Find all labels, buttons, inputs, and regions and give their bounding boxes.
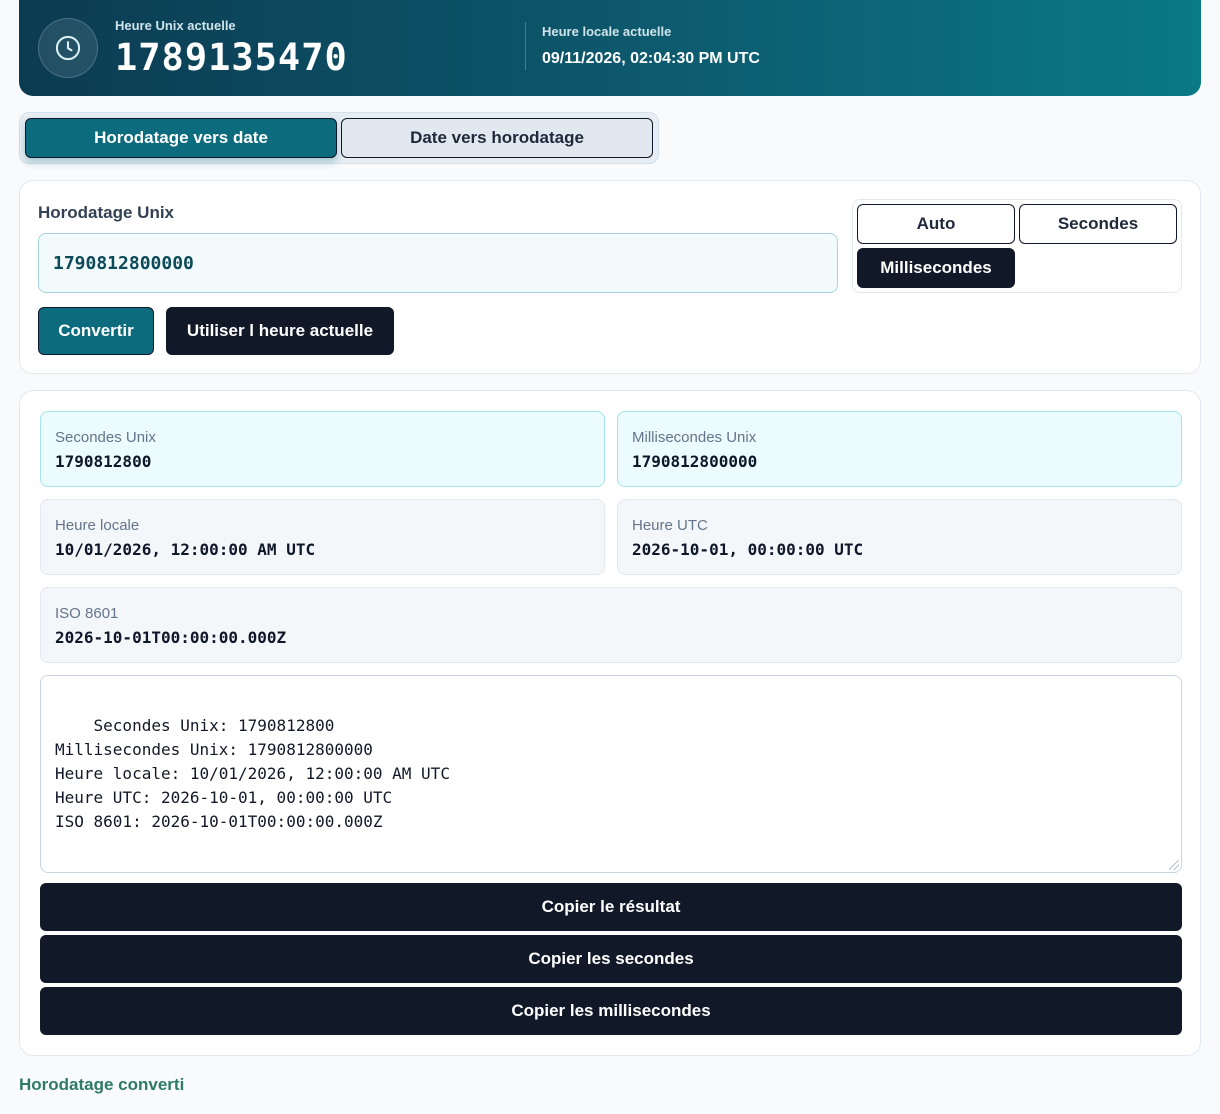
result-local-value: 10/01/2026, 12:00:00 AM UTC [55, 540, 316, 559]
current-time-header: Heure Unix actuelle 1789135470 Heure loc… [19, 0, 1201, 96]
result-local-time: Heure locale 10/01/2026, 12:00:00 AM UTC [40, 499, 605, 575]
result-seconds-value: 1790812800 [55, 452, 152, 471]
copy-seconds-button[interactable]: Copier les secondes [40, 935, 1182, 983]
header-divider [525, 22, 526, 70]
current-unix-value: 1789135470 [115, 36, 348, 79]
result-seconds: Secondes Unix 1790812800 [40, 411, 605, 487]
result-seconds-label: Secondes Unix [55, 429, 156, 446]
unit-auto-button[interactable]: Auto [857, 204, 1015, 244]
result-utc-time: Heure UTC 2026-10-01, 00:00:00 UTC [617, 499, 1182, 575]
result-milliseconds-label: Millisecondes Unix [632, 429, 757, 446]
mode-tabs: Horodatage vers date Date vers horodatag… [19, 112, 659, 164]
unit-milliseconds-button[interactable]: Millisecondes [857, 248, 1015, 288]
unit-seconds-button[interactable]: Secondes [1019, 204, 1177, 244]
copy-milliseconds-button[interactable]: Copier les millisecondes [40, 987, 1182, 1035]
current-unix-label: Heure Unix actuelle [115, 18, 236, 33]
converted-timestamp-link[interactable]: Horodatage converti [19, 1075, 184, 1095]
result-iso-label: ISO 8601 [55, 605, 119, 622]
result-local-label: Heure locale [55, 517, 140, 534]
result-output-text: Secondes Unix: 1790812800 Millisecondes … [55, 716, 450, 831]
result-iso: ISO 8601 2026-10-01T00:00:00.000Z [40, 587, 1182, 663]
clock-icon [38, 18, 98, 78]
copy-result-button[interactable]: Copier le résultat [40, 883, 1182, 931]
convert-button[interactable]: Convertir [38, 307, 154, 355]
tab-date-to-timestamp[interactable]: Date vers horodatage [341, 118, 653, 158]
result-iso-value: 2026-10-01T00:00:00.000Z [55, 628, 287, 647]
results-card: Secondes Unix 1790812800 Millisecondes U… [19, 390, 1201, 1056]
timestamp-input[interactable] [38, 233, 838, 293]
timestamp-input-label: Horodatage Unix [38, 203, 175, 222]
result-milliseconds: Millisecondes Unix 1790812800000 [617, 411, 1182, 487]
tab-timestamp-to-date[interactable]: Horodatage vers date [25, 118, 337, 158]
current-local-value: 09/11/2026, 02:04:30 PM UTC [542, 50, 760, 67]
result-utc-label: Heure UTC [632, 517, 708, 534]
current-local-label: Heure locale actuelle [542, 24, 672, 39]
resize-handle-icon[interactable] [1169, 860, 1179, 870]
result-output-textarea[interactable]: Secondes Unix: 1790812800 Millisecondes … [40, 675, 1182, 873]
unit-selector: Auto Secondes Millisecondes [852, 199, 1182, 293]
result-milliseconds-value: 1790812800000 [632, 452, 758, 471]
result-utc-value: 2026-10-01, 00:00:00 UTC [632, 540, 864, 559]
input-card: Horodatage Unix Auto Secondes Millisecon… [19, 180, 1201, 374]
use-current-time-button[interactable]: Utiliser l heure actuelle [166, 307, 394, 355]
